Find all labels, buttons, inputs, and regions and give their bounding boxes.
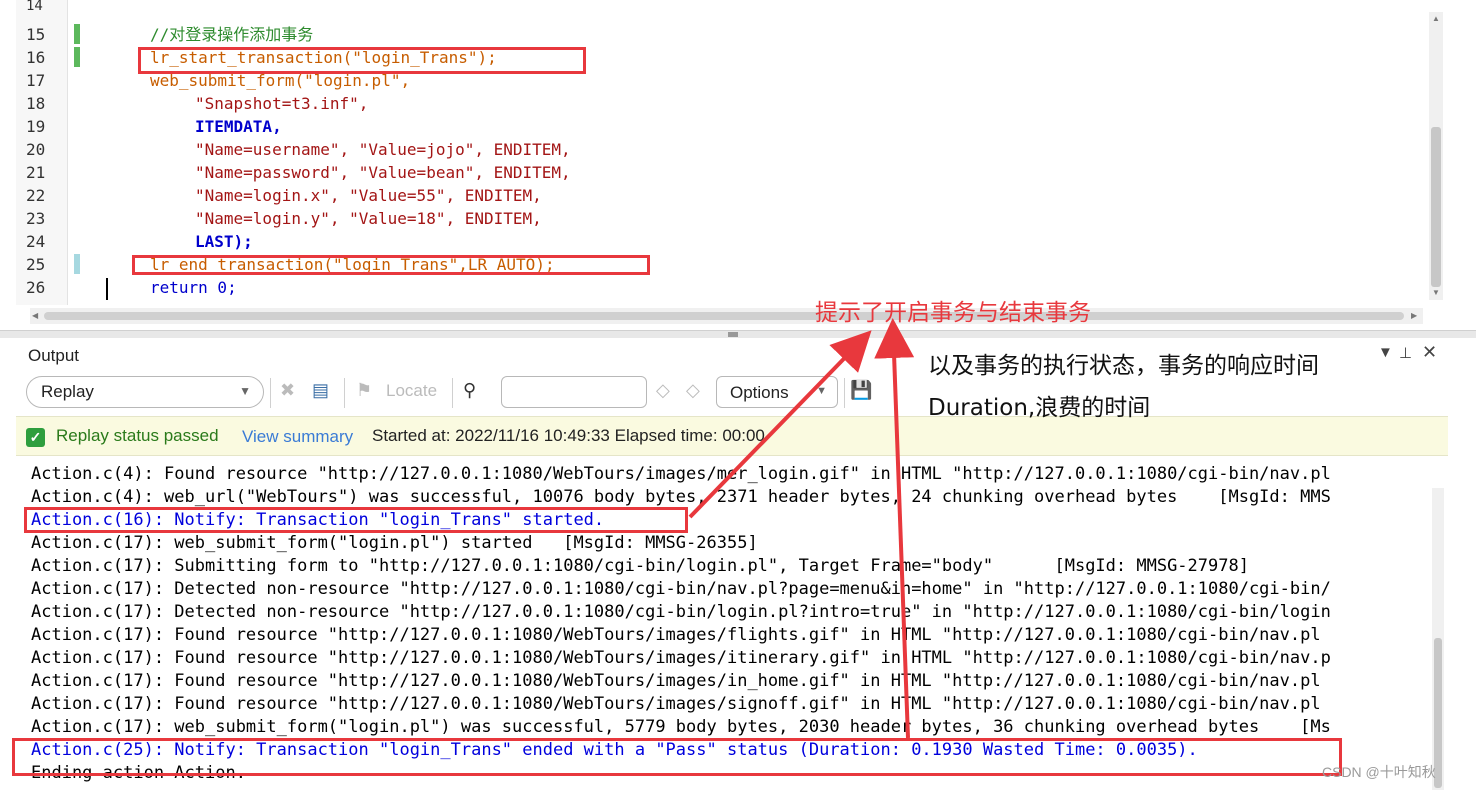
line-number: 19 bbox=[26, 117, 46, 136]
code-line: ITEMDATA, bbox=[195, 117, 282, 136]
code-line: "Name=username", "Value=jojo", ENDITEM, bbox=[195, 140, 571, 159]
toolbar-divider bbox=[270, 378, 271, 408]
log-line: Action.c(17): Submitting form to "http:/… bbox=[31, 556, 1249, 576]
log-line: Action.c(17): Detected non-resource "htt… bbox=[31, 579, 1331, 599]
toolbar-divider bbox=[344, 378, 345, 408]
change-marker bbox=[74, 24, 80, 44]
toolbar-divider bbox=[844, 378, 845, 408]
editor-vertical-scrollbar[interactable]: ▲ ▼ bbox=[1429, 12, 1443, 300]
line-number: 20 bbox=[26, 140, 46, 159]
splitter-grip-icon[interactable] bbox=[728, 332, 738, 337]
check-icon: ✓ bbox=[26, 428, 45, 447]
log-line: Action.c(17): Found resource "http://127… bbox=[31, 648, 1331, 668]
chevron-down-icon: ▼ bbox=[239, 384, 251, 398]
annotation-label: 提示了开启事务与结束事务 bbox=[815, 300, 1091, 326]
annotation-label: 以及事务的执行状态，事务的响应时间 bbox=[928, 353, 1319, 379]
locate-button[interactable]: Locate bbox=[386, 381, 437, 401]
line-number: 16 bbox=[26, 48, 46, 67]
options-dropdown[interactable]: Options ▼ bbox=[716, 376, 838, 408]
log-line: Action.c(17): Found resource "http://127… bbox=[31, 625, 1321, 645]
scrollbar-thumb[interactable] bbox=[1431, 127, 1441, 287]
line-number: 15 bbox=[26, 25, 46, 44]
highlight-box-log-ended bbox=[12, 738, 1342, 776]
started-at-text: Started at: 2022/11/16 10:49:33 Elapsed … bbox=[372, 426, 765, 445]
highlight-box-start-transaction bbox=[138, 47, 586, 74]
log-line: Action.c(4): Found resource "http://127.… bbox=[31, 464, 1331, 484]
log-line: Action.c(17): Found resource "http://127… bbox=[31, 694, 1321, 714]
change-marker bbox=[74, 254, 80, 274]
toolbar-divider bbox=[452, 378, 453, 408]
replay-select-value: Replay bbox=[41, 382, 94, 401]
line-number: 23 bbox=[26, 209, 46, 228]
code-line: LAST); bbox=[195, 232, 253, 251]
code-line-return: return 0; bbox=[150, 278, 237, 297]
search-input[interactable] bbox=[501, 376, 647, 408]
save-icon[interactable]: 💾 bbox=[850, 380, 872, 401]
log-line: Action.c(17): Detected non-resource "htt… bbox=[31, 602, 1331, 622]
highlight-box-end-transaction bbox=[132, 255, 650, 275]
scrollbar-thumb[interactable] bbox=[44, 312, 1404, 320]
output-title: Output bbox=[28, 346, 80, 365]
flag-icon[interactable]: ⚑ bbox=[356, 380, 372, 401]
line-number: 25 bbox=[26, 255, 46, 274]
log-line: Action.c(17): Found resource "http://127… bbox=[31, 671, 1321, 691]
highlight-box-log-started bbox=[24, 507, 688, 533]
code-line: "Snapshot=t3.inf", bbox=[195, 94, 369, 113]
watermark: CSDN @十叶知秋 bbox=[1322, 764, 1436, 780]
log-vertical-scrollbar[interactable] bbox=[1432, 488, 1444, 790]
chevron-down-icon: ▼ bbox=[816, 385, 827, 397]
editor-horizontal-scrollbar[interactable]: ◀ ▶ bbox=[30, 308, 1423, 324]
log-line: Action.c(17): web_submit_form("login.pl"… bbox=[31, 717, 1331, 737]
log-view-icon[interactable]: ▤ bbox=[312, 380, 329, 401]
close-icon[interactable]: ✕ bbox=[1422, 342, 1437, 363]
log-line: Action.c(17): web_submit_form("login.pl"… bbox=[31, 533, 758, 553]
line-number: 17 bbox=[26, 71, 46, 90]
text-cursor bbox=[106, 278, 108, 300]
view-summary-link[interactable]: View summary bbox=[242, 427, 353, 447]
code-line: "Name=login.x", "Value=55", ENDITEM, bbox=[195, 186, 542, 205]
log-line: Action.c(4): web_url("WebTours") was suc… bbox=[31, 487, 1331, 507]
replay-status-bar: ✓ Replay status passed View summary Star… bbox=[16, 416, 1448, 456]
line-number: 24 bbox=[26, 232, 46, 251]
line-number: 22 bbox=[26, 186, 46, 205]
scroll-left-icon[interactable]: ◀ bbox=[32, 311, 38, 320]
replay-select[interactable]: Replay ▼ bbox=[26, 376, 264, 408]
scroll-down-icon[interactable]: ▼ bbox=[1432, 288, 1440, 297]
line-number: 26 bbox=[26, 278, 46, 297]
options-label: Options bbox=[730, 383, 789, 402]
scroll-right-icon[interactable]: ▶ bbox=[1411, 311, 1417, 320]
code-line: "Name=password", "Value=bean", ENDITEM, bbox=[195, 163, 571, 182]
annotation-label: Duration,浪费的时间 bbox=[928, 395, 1151, 421]
code-line: "Name=login.y", "Value=18", ENDITEM, bbox=[195, 209, 542, 228]
clear-icon[interactable]: ✖ bbox=[280, 380, 295, 401]
previous-icon[interactable]: ◇ bbox=[656, 380, 670, 401]
search-icon[interactable]: ⚲ bbox=[463, 380, 476, 401]
code-comment: //对登录操作添加事务 bbox=[150, 25, 314, 44]
line-number: 18 bbox=[26, 94, 46, 113]
line-number: 14 bbox=[26, 0, 43, 12]
replay-status-text: Replay status passed bbox=[56, 426, 219, 445]
pin-icon[interactable]: ⊥ bbox=[1399, 344, 1412, 362]
change-marker bbox=[74, 47, 80, 67]
scroll-up-icon[interactable]: ▲ bbox=[1432, 14, 1440, 23]
panel-splitter[interactable] bbox=[0, 330, 1476, 338]
panel-menu-icon[interactable]: ▼ bbox=[1378, 344, 1393, 361]
line-number: 21 bbox=[26, 163, 46, 182]
next-icon[interactable]: ◇ bbox=[686, 380, 700, 401]
